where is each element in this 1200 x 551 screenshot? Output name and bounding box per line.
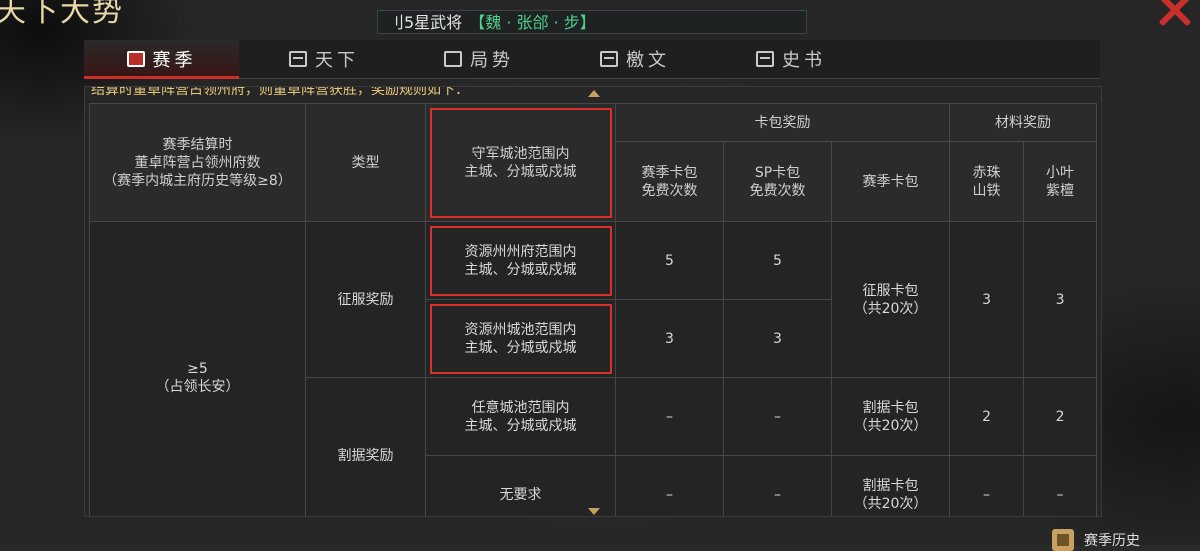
table-row: ≥5 （占领长安） 征服奖励 资源州州府范围内 主城、分城或戍城 5 5 征服卡… xyxy=(89,221,1098,516)
close-icon[interactable] xyxy=(1156,0,1192,28)
tab-proclamation[interactable]: 檄文 xyxy=(600,40,670,78)
scroll-icon xyxy=(600,51,618,67)
separatist-sp-free-2: – xyxy=(723,455,832,516)
conquest-sp-free-2: 3 xyxy=(723,299,832,378)
general-faction: 【魏 · 张郃 · 步】 xyxy=(469,13,596,32)
header-type: 类型 xyxy=(305,103,426,222)
general-name: 刂5星武将 xyxy=(388,13,463,32)
reward-panel[interactable]: 结算时董卓阵营占领州府，则董卓阵营获胜，奖励规则如下： 赛季结算时 董卓阵营占领… xyxy=(84,86,1102,517)
general-info-bar: 刂5星武将 【魏 · 张郃 · 步】 xyxy=(377,10,807,34)
conquest-xiaoye: 3 xyxy=(1023,221,1098,378)
header-sp-free: SP卡包 免费次数 xyxy=(723,141,832,222)
separatist-chizhu-2: – xyxy=(949,455,1025,516)
separatist-xiaoye-2: – xyxy=(1023,455,1098,516)
season-history-button[interactable]: 赛季历史 xyxy=(1052,529,1140,551)
separatist-cond-1: 任意城池范围内 主城、分城或戍城 xyxy=(425,377,616,456)
tab-bar: 赛季 天下 局势 檄文 史书 xyxy=(84,40,1100,79)
tab-label: 史书 xyxy=(782,50,826,71)
tab-label: 天下 xyxy=(315,50,359,71)
conquest-pack: 征服卡包 （共20次） xyxy=(830,221,951,378)
conquest-chizhu: 3 xyxy=(949,221,1025,378)
header-season-free: 赛季卡包 免费次数 xyxy=(615,141,724,222)
scroll-up-icon[interactable] xyxy=(588,90,600,97)
rule-tip: 结算时董卓阵营占领州府，则董卓阵营获胜，奖励规则如下： xyxy=(91,86,469,98)
occupy-count: ≥5 （占领长安） xyxy=(89,221,306,516)
flag-icon xyxy=(444,51,462,67)
tab-situation[interactable]: 局势 xyxy=(444,40,514,78)
tab-history[interactable]: 史书 xyxy=(756,40,826,78)
conquest-label: 征服奖励 xyxy=(305,221,426,378)
conquest-sp-free-1: 5 xyxy=(723,221,832,300)
tab-label: 檄文 xyxy=(626,50,670,71)
separatist-label: 割据奖励 xyxy=(305,377,426,516)
map-icon xyxy=(289,51,307,67)
conquest-season-free-2: 3 xyxy=(615,299,724,378)
book-icon xyxy=(1052,529,1074,551)
tab-label: 局势 xyxy=(470,50,514,71)
separatist-cond-2: 无要求 xyxy=(425,455,616,516)
header-material-group: 材料奖励 xyxy=(949,103,1098,142)
separatist-xiaoye-1: 2 xyxy=(1023,377,1098,456)
tab-label: 赛季 xyxy=(152,50,197,71)
header-chizhu: 赤珠 山铁 xyxy=(949,141,1025,222)
separatist-sp-free-1: – xyxy=(723,377,832,456)
tab-season[interactable]: 赛季 xyxy=(84,40,239,79)
header-settle: 赛季结算时 董卓阵营占领州府数 （赛季内城主府历史等级≥8） xyxy=(89,103,306,222)
conquest-cond-1: 资源州州府范围内 主城、分城或戍城 xyxy=(425,221,616,300)
separatist-pack-2: 割据卡包 （共20次） xyxy=(830,455,951,516)
reward-table: 赛季结算时 董卓阵营占领州府数 （赛季内城主府历史等级≥8） 类型 守军城池范围… xyxy=(89,103,1098,516)
app-title: 天下大势 xyxy=(0,0,124,29)
conquest-season-free-1: 5 xyxy=(615,221,724,300)
tab-world[interactable]: 天下 xyxy=(289,40,359,78)
book-icon xyxy=(756,51,774,67)
header-card-group: 卡包奖励 xyxy=(614,103,951,142)
header-xiaoye: 小叶 紫檀 xyxy=(1023,141,1098,222)
shield-icon xyxy=(126,51,145,67)
conquest-cond-2: 资源州城池范围内 主城、分城或戍城 xyxy=(425,299,616,378)
separatist-pack-1: 割据卡包 （共20次） xyxy=(830,377,951,456)
scroll-down-icon[interactable] xyxy=(588,508,600,515)
season-history-label: 赛季历史 xyxy=(1084,533,1140,549)
header-condition: 守军城池范围内 主城、分城或戍城 xyxy=(425,103,616,222)
separatist-season-free-1: – xyxy=(615,377,724,456)
separatist-season-free-2: – xyxy=(615,455,724,516)
separatist-chizhu-1: 2 xyxy=(949,377,1025,456)
header-season-pack: 赛季卡包 xyxy=(830,141,951,222)
